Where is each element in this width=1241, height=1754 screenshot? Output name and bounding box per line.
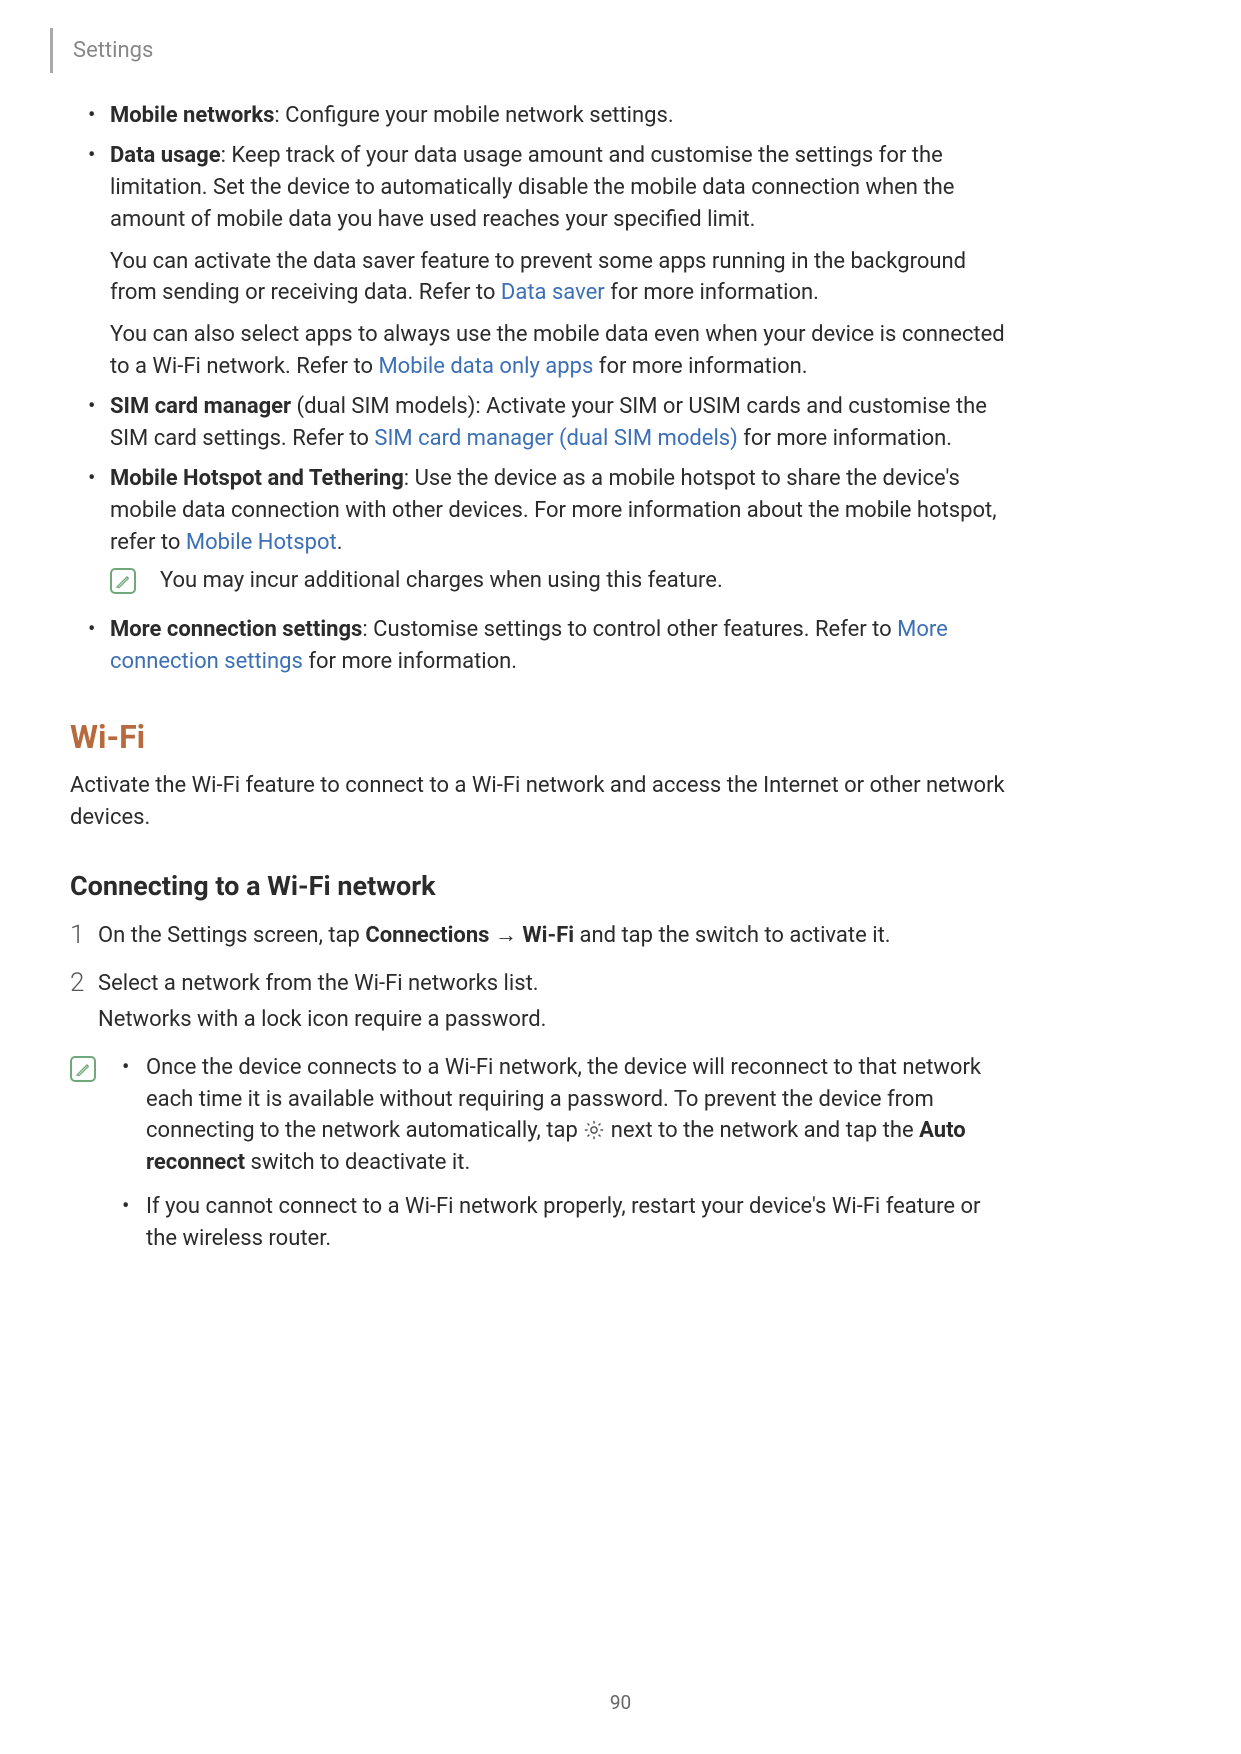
arrow-icon: → bbox=[489, 923, 522, 948]
hotspot-note: You may incur additional charges when us… bbox=[110, 565, 1010, 597]
data-saver-link[interactable]: Data saver bbox=[501, 280, 605, 305]
bullet-more-connection-settings: More connection settings: Customise sett… bbox=[88, 614, 1010, 678]
text-fragment: for more information. bbox=[303, 649, 517, 674]
wifi-intro: Activate the Wi-Fi feature to connect to… bbox=[70, 770, 1010, 834]
note-icon bbox=[110, 568, 136, 594]
data-usage-p2: You can activate the data saver feature … bbox=[110, 246, 1010, 310]
connections-label: Connections bbox=[365, 923, 489, 948]
lead-label: More connection settings bbox=[110, 617, 362, 642]
bullet-data-usage: Data usage: Keep track of your data usag… bbox=[88, 140, 1010, 383]
mobile-hotspot-link[interactable]: Mobile Hotspot bbox=[186, 530, 337, 555]
bullet-mobile-networks: Mobile networks: Configure your mobile n… bbox=[88, 100, 1010, 132]
lead-label: Data usage bbox=[110, 143, 221, 168]
desc-text: : Configure your mobile network settings… bbox=[274, 103, 673, 128]
header-divider bbox=[50, 28, 53, 73]
mobile-data-only-apps-link[interactable]: Mobile data only apps bbox=[378, 354, 593, 379]
text-fragment: : Customise settings to control other fe… bbox=[362, 617, 897, 642]
wifi-notes: Once the device connects to a Wi-Fi netw… bbox=[70, 1052, 1010, 1267]
feature-bullets: Mobile networks: Configure your mobile n… bbox=[70, 100, 1010, 678]
step-1: 1 On the Settings screen, tap Connection… bbox=[70, 920, 1010, 952]
text-fragment: Networks with a lock icon require a pass… bbox=[98, 1004, 1010, 1036]
bullet-sim-card-manager: SIM card manager (dual SIM models): Acti… bbox=[88, 391, 1010, 455]
note-text: You may incur additional charges when us… bbox=[160, 565, 723, 597]
wifi-heading: Wi-Fi bbox=[70, 718, 1010, 756]
text-fragment: Select a network from the Wi-Fi networks… bbox=[98, 971, 539, 996]
step-body: Select a network from the Wi-Fi networks… bbox=[98, 968, 1010, 1036]
text-fragment: On the Settings screen, tap bbox=[98, 923, 365, 948]
sim-card-manager-link[interactable]: SIM card manager (dual SIM models) bbox=[374, 426, 737, 451]
text-fragment: and tap the switch to activate it. bbox=[574, 923, 891, 948]
step-2: 2 Select a network from the Wi-Fi networ… bbox=[70, 968, 1010, 1036]
text-fragment: for more information. bbox=[738, 426, 952, 451]
wifi-note-list: Once the device connects to a Wi-Fi netw… bbox=[116, 1052, 1010, 1267]
lead-label: SIM card manager bbox=[110, 394, 291, 419]
text-fragment: switch to deactivate it. bbox=[245, 1150, 470, 1175]
text-fragment: for more information. bbox=[593, 354, 807, 379]
desc-text: : Keep track of your data usage amount a… bbox=[110, 143, 954, 232]
text-fragment: next to the network and tap the bbox=[605, 1118, 919, 1143]
pencil-note-icon bbox=[115, 573, 131, 589]
gear-icon bbox=[583, 1119, 605, 1141]
note-icon bbox=[70, 1056, 96, 1082]
data-usage-p3: You can also select apps to always use t… bbox=[110, 319, 1010, 383]
bullet-mobile-hotspot: Mobile Hotspot and Tethering: Use the de… bbox=[88, 463, 1010, 597]
wifi-label: Wi-Fi bbox=[522, 923, 574, 948]
step-body: On the Settings screen, tap Connections … bbox=[98, 920, 1010, 952]
page-content: Mobile networks: Configure your mobile n… bbox=[70, 100, 1010, 1267]
text-fragment: If you cannot connect to a Wi-Fi network… bbox=[146, 1194, 980, 1251]
step-number: 2 bbox=[70, 968, 98, 998]
wifi-note-1: Once the device connects to a Wi-Fi netw… bbox=[116, 1052, 1010, 1180]
text-fragment: . bbox=[337, 530, 343, 555]
lead-label: Mobile Hotspot and Tethering bbox=[110, 466, 404, 491]
lead-label: Mobile networks bbox=[110, 103, 274, 128]
text-fragment: for more information. bbox=[605, 280, 819, 305]
header-title: Settings bbox=[73, 38, 153, 63]
pencil-note-icon bbox=[75, 1061, 91, 1077]
page-number: 90 bbox=[0, 1691, 1241, 1714]
wifi-note-2: If you cannot connect to a Wi-Fi network… bbox=[116, 1191, 1010, 1255]
connecting-heading: Connecting to a Wi-Fi network bbox=[70, 870, 1010, 902]
step-number: 1 bbox=[70, 920, 98, 950]
page-header: Settings bbox=[50, 30, 153, 70]
